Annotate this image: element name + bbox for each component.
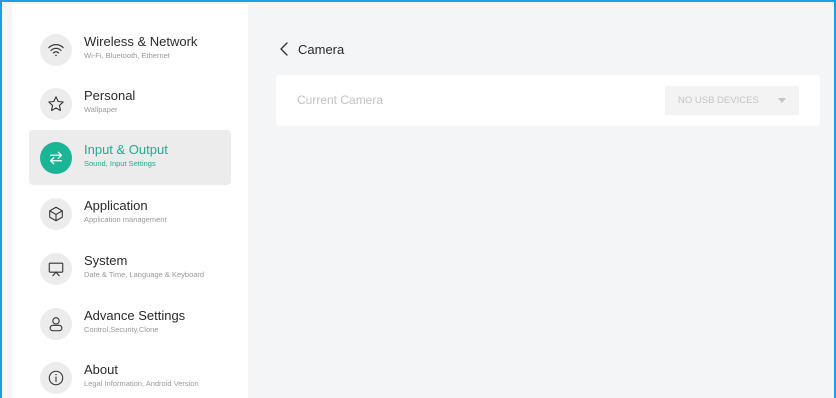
- star-icon: [40, 88, 72, 120]
- wifi-icon: [40, 34, 72, 66]
- sidebar-item-title: Advance Settings: [84, 308, 186, 323]
- sidebar-item-title: System: [84, 253, 128, 268]
- sidebar-item-title: Personal: [84, 88, 136, 103]
- camera-select[interactable]: NO USB DEVICES: [665, 86, 799, 115]
- camera-select-value: NO USB DEVICES: [678, 95, 759, 106]
- sidebar-item-subtitle: Application management: [84, 215, 167, 224]
- sidebar-item-title: Wireless & Network: [84, 34, 198, 49]
- sidebar-item-personal[interactable]: Personal Wallpaper: [29, 76, 231, 131]
- settings-window: Wireless & Network Wi-Fi, Bluetooth, Eth…: [0, 0, 836, 398]
- presentation-board-icon: [40, 253, 72, 285]
- sidebar-item-subtitle: Wallpaper: [84, 105, 118, 114]
- back-button[interactable]: Camera: [278, 38, 344, 60]
- sidebar-item-input-output[interactable]: Input & Output Sound, Input Settings: [29, 130, 231, 185]
- sidebar-item-text: Advance Settings Control,Security,Clone: [84, 308, 185, 336]
- sidebar-item-title: Application: [84, 198, 148, 213]
- sidebar-item-wireless-network[interactable]: Wireless & Network Wi-Fi, Bluetooth, Eth…: [29, 22, 231, 77]
- sidebar-item-subtitle: Wi-Fi, Bluetooth, Ethernet: [84, 51, 170, 60]
- cube-icon: [40, 198, 72, 230]
- current-camera-label: Current Camera: [297, 93, 384, 107]
- sidebar-item-title: About: [84, 362, 118, 377]
- sidebar-item-text: Wireless & Network Wi-Fi, Bluetooth, Eth…: [84, 34, 197, 62]
- sidebar-item-subtitle: Legal Information, Android Version: [84, 379, 199, 388]
- sidebar-item-advance-settings[interactable]: Advance Settings Control,Security,Clone: [29, 296, 231, 351]
- sidebar-item-text: About Legal Information, Android Version: [84, 362, 199, 390]
- sidebar-item-title: Input & Output: [84, 142, 168, 157]
- sidebar-item-text: Input & Output Sound, Input Settings: [84, 142, 168, 170]
- page-title: Camera: [298, 41, 345, 57]
- sidebar-item-text: Personal Wallpaper: [84, 88, 135, 116]
- swap-arrows-icon: [40, 142, 72, 174]
- sidebar-item-text: System Date & Time, Language & Keyboard: [84, 253, 204, 281]
- sidebar-item-subtitle: Control,Security,Clone: [84, 325, 159, 334]
- sidebar-item-subtitle: Sound, Input Settings: [84, 159, 156, 168]
- sidebar-item-application[interactable]: Application Application management: [29, 186, 231, 241]
- sidebar-item-text: Application Application management: [84, 198, 167, 226]
- chevron-left-icon: [278, 40, 292, 58]
- current-camera-row: Current Camera NO USB DEVICES: [276, 75, 820, 126]
- info-icon: [40, 362, 72, 394]
- person-icon: [40, 308, 72, 340]
- sidebar-item-system[interactable]: System Date & Time, Language & Keyboard: [29, 241, 231, 296]
- sidebar-item-subtitle: Date & Time, Language & Keyboard: [84, 270, 205, 279]
- main-panel: Camera Current Camera NO USB DEVICES: [248, 4, 834, 398]
- dropdown-caret-icon: [778, 98, 786, 103]
- sidebar-item-about[interactable]: About Legal Information, Android Version: [29, 350, 231, 398]
- sidebar: Wireless & Network Wi-Fi, Bluetooth, Eth…: [12, 4, 248, 398]
